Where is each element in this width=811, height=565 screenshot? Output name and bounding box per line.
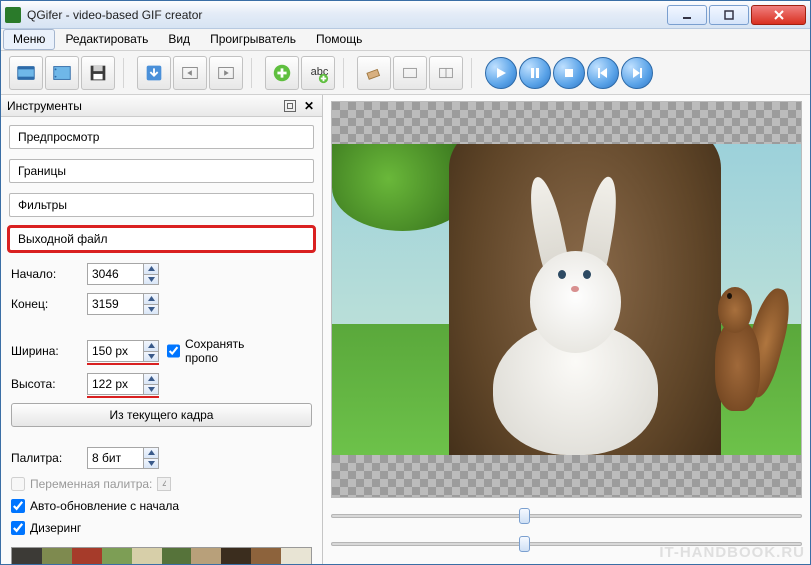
timeline-slider[interactable]: [331, 506, 802, 526]
panel-close-icon[interactable]: ✕: [302, 99, 316, 113]
text-overlay-icon[interactable]: abc: [301, 56, 335, 90]
menu-view[interactable]: Вид: [158, 29, 200, 50]
height-spinner[interactable]: [87, 373, 159, 395]
app-window: QGifer - video-based GIF creator Меню Ре…: [0, 0, 811, 565]
tools-panel-title: Инструменты: [7, 99, 284, 113]
menu-menu[interactable]: Меню: [3, 29, 55, 50]
auto-update-label: Авто-обновление с начала: [30, 499, 179, 513]
slider-thumb[interactable]: [519, 508, 530, 524]
video-frame: [332, 144, 801, 455]
palette-swatch: [221, 548, 251, 564]
tool-a-icon[interactable]: [393, 56, 427, 90]
range-slider[interactable]: [331, 534, 802, 554]
close-button[interactable]: [751, 5, 806, 25]
palette-swatch: [251, 548, 281, 564]
pause-button[interactable]: [519, 57, 551, 89]
toolbar: abc: [1, 51, 810, 95]
palette-swatch: [281, 548, 311, 564]
palette-swatch: [72, 548, 102, 564]
end-spinner[interactable]: [87, 293, 159, 315]
spin-down-icon[interactable]: [144, 305, 158, 315]
dithering-label: Дизеринг: [30, 521, 81, 535]
start-spinner[interactable]: [87, 263, 159, 285]
section-bounds[interactable]: Границы: [9, 159, 314, 183]
maximize-button[interactable]: [709, 5, 749, 25]
skip-next-button[interactable]: [621, 57, 653, 89]
menubar: Меню Редактировать Вид Проигрыватель Пом…: [1, 29, 810, 51]
height-input[interactable]: [87, 373, 143, 395]
output-form: Начало: Конец:: [9, 261, 314, 564]
palette-input[interactable]: [87, 447, 143, 469]
section-output[interactable]: Выходной файл: [9, 227, 314, 251]
window-title: QGifer - video-based GIF creator: [27, 8, 667, 22]
spin-down-icon[interactable]: [144, 459, 158, 469]
auto-update-checkbox[interactable]: Авто-обновление с начала: [11, 499, 312, 513]
variable-palette-row: Переменная палитра:: [11, 477, 312, 491]
palette-swatch: [12, 548, 42, 564]
height-label: Высота:: [11, 377, 79, 391]
download-icon[interactable]: [137, 56, 171, 90]
palette-swatch: [102, 548, 132, 564]
spin-down-icon[interactable]: [144, 275, 158, 285]
palette-swatch: [42, 548, 72, 564]
film-icon[interactable]: [9, 56, 43, 90]
width-label: Ширина:: [11, 344, 79, 358]
save-icon[interactable]: [81, 56, 115, 90]
spin-up-icon[interactable]: [144, 294, 158, 305]
menu-help[interactable]: Помощь: [306, 29, 372, 50]
start-input[interactable]: [87, 263, 143, 285]
section-preview[interactable]: Предпросмотр: [9, 125, 314, 149]
palette-swatch: [132, 548, 162, 564]
keep-ratio-checkbox[interactable]: Сохранять пропо: [167, 337, 235, 365]
section-filters[interactable]: Фильтры: [9, 193, 314, 217]
width-input[interactable]: [87, 340, 143, 362]
checker-top: [332, 102, 801, 144]
titlebar: QGifer - video-based GIF creator: [1, 1, 810, 29]
palette-swatch: [162, 548, 192, 564]
variable-palette-label: Переменная палитра:: [30, 477, 152, 491]
spin-up-icon[interactable]: [144, 341, 158, 352]
dock-icon[interactable]: [284, 100, 296, 112]
preview-pane: [323, 95, 810, 564]
spin-up-icon[interactable]: [144, 264, 158, 275]
palette-spinner[interactable]: [87, 447, 159, 469]
menu-player[interactable]: Проигрыватель: [200, 29, 306, 50]
from-current-frame-button[interactable]: Из текущего кадра: [11, 403, 312, 427]
tools-panel-header: Инструменты ✕: [1, 95, 322, 117]
end-input[interactable]: [87, 293, 143, 315]
frame-prev-icon[interactable]: [173, 56, 207, 90]
tools-panel: Инструменты ✕ Предпросмотр Границы Фильт…: [1, 95, 323, 564]
tool-b-icon[interactable]: [429, 56, 463, 90]
palette-bar: [11, 547, 312, 564]
minimize-button[interactable]: [667, 5, 707, 25]
add-icon[interactable]: [265, 56, 299, 90]
spin-up-icon[interactable]: [144, 374, 158, 385]
keep-ratio-label: Сохранять пропо: [185, 337, 244, 365]
frame-next-icon[interactable]: [209, 56, 243, 90]
preview-canvas: [331, 101, 802, 498]
variable-palette-checkbox: [11, 477, 25, 491]
app-icon: [5, 7, 21, 23]
dithering-checkbox[interactable]: Дизеринг: [11, 521, 312, 535]
start-label: Начало:: [11, 267, 79, 281]
film-strip-icon[interactable]: [45, 56, 79, 90]
eraser-icon[interactable]: [357, 56, 391, 90]
palette-label: Палитра:: [11, 451, 79, 465]
stop-button[interactable]: [553, 57, 585, 89]
skip-prev-button[interactable]: [587, 57, 619, 89]
palette-swatch: [191, 548, 221, 564]
spin-up-icon[interactable]: [144, 448, 158, 459]
variable-palette-value: [157, 477, 171, 491]
spin-down-icon[interactable]: [144, 352, 158, 362]
end-label: Конец:: [11, 297, 79, 311]
slider-thumb[interactable]: [519, 536, 530, 552]
width-spinner[interactable]: [87, 340, 159, 362]
play-button[interactable]: [485, 57, 517, 89]
menu-edit[interactable]: Редактировать: [55, 29, 158, 50]
checker-bottom: [332, 455, 801, 497]
spin-down-icon[interactable]: [144, 385, 158, 395]
